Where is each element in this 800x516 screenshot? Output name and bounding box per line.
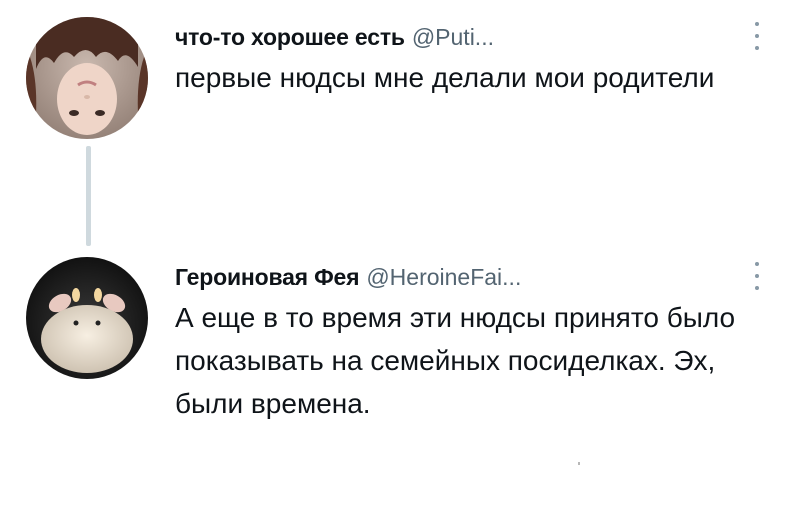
user-handle[interactable]: @Puti...: [412, 24, 494, 51]
display-name[interactable]: Героиновая Фея: [175, 264, 360, 291]
avatar[interactable]: [26, 257, 148, 379]
tweet-header: что-то хорошее есть @Puti...: [175, 24, 494, 54]
more-options-icon[interactable]: [752, 22, 762, 50]
tweet-reply[interactable]: Героиновая Фея @HeroineFai... А еще в то…: [0, 240, 800, 516]
avatar-plush-icon: [26, 257, 148, 379]
avatar[interactable]: [26, 17, 148, 139]
thread-connector-line: [86, 146, 91, 246]
decorative-dot: [578, 462, 580, 465]
tweet-text: А еще в то время эти нюдсы принято было …: [175, 302, 736, 419]
avatar-photo-icon: [26, 17, 148, 139]
tweet-header: Героиновая Фея @HeroineFai...: [175, 264, 521, 294]
display-name[interactable]: что-то хорошее есть: [175, 24, 405, 51]
user-handle[interactable]: @HeroineFai...: [366, 264, 521, 291]
tweet-reply-parent[interactable]: что-то хорошее есть @Puti... первые нюдс…: [0, 0, 800, 246]
more-options-icon[interactable]: [752, 262, 762, 290]
tweet-text: первые нюдсы мне делали мои родители: [175, 62, 715, 93]
